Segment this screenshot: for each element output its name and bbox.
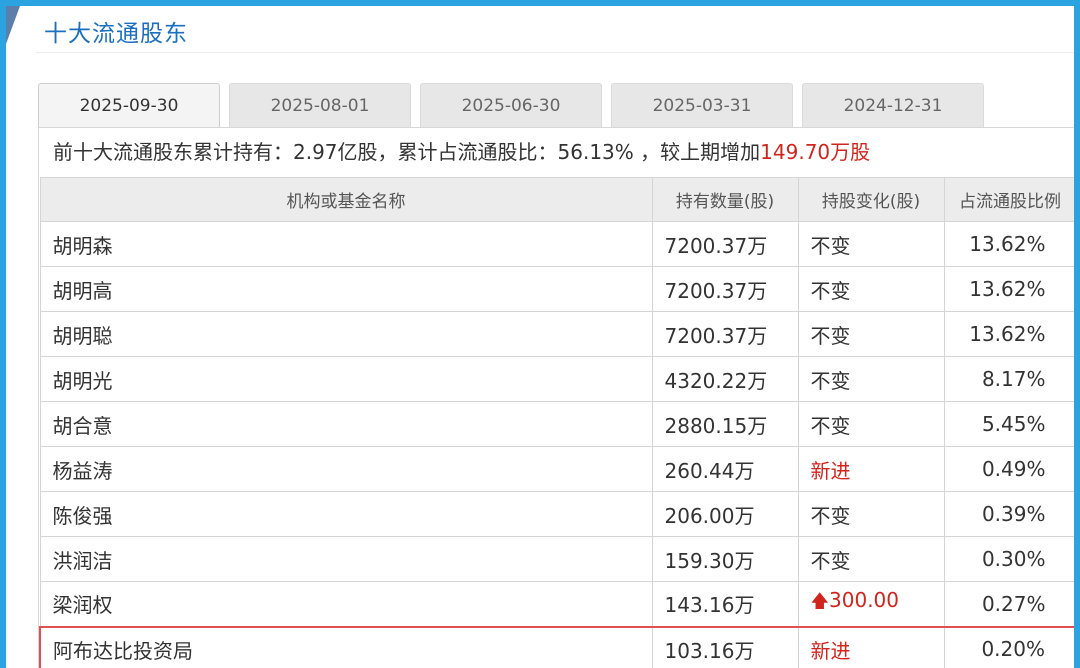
- holder-ratio: 13.62%: [943, 266, 1074, 312]
- tab-2025-09-30[interactable]: 2025-09-30: [38, 83, 220, 127]
- holder-name: 胡明高: [39, 266, 653, 312]
- holder-ratio: 0.20%: [943, 625, 1074, 668]
- holder-change: 不变: [797, 311, 945, 357]
- holder-ratio: 0.49%: [943, 446, 1074, 492]
- table-header-row: 机构或基金名称 持有数量(股) 持股变化(股) 占流通股比例: [39, 177, 1074, 222]
- holder-quantity: 7200.37万: [651, 311, 799, 357]
- header-name: 机构或基金名称: [39, 177, 653, 222]
- holder-ratio: 0.27%: [943, 581, 1074, 627]
- holder-change-cell: 🡅300.00: [797, 581, 945, 627]
- holder-change: 不变: [797, 401, 945, 447]
- holder-change: 不变: [797, 221, 945, 267]
- holder-change: 不变: [797, 356, 945, 402]
- holder-name: 胡明光: [39, 356, 653, 402]
- tab-content: 前十大流通股东累计持有：2.97亿股，累计占流通股比：56.13% ，较上期增加…: [38, 127, 1074, 668]
- holder-change: 新进: [797, 446, 945, 492]
- up-arrow-icon: 🡅: [810, 591, 830, 613]
- header-ratio: 占流通股比例: [943, 177, 1074, 222]
- holder-name: 胡合意: [39, 401, 653, 447]
- holder-ratio: 0.30%: [943, 536, 1074, 582]
- holder-change: 不变: [797, 536, 945, 582]
- title-divider: [36, 52, 1074, 53]
- holder-change: 新进: [797, 625, 945, 668]
- table-row-highlighted: 阿布达比投资局 103.16万 新进 0.20%: [39, 625, 1074, 668]
- holder-name: 胡明森: [39, 221, 653, 267]
- holder-ratio: 0.39%: [943, 491, 1074, 537]
- corner-decoration: [6, 6, 20, 44]
- holder-quantity: 7200.37万: [651, 221, 799, 267]
- holder-quantity: 4320.22万: [651, 356, 799, 402]
- summary-text: 前十大流通股东累计持有：2.97亿股，累计占流通股比：56.13% ，较上期增加: [53, 140, 761, 164]
- table-row: 胡明森 7200.37万 不变 13.62%: [39, 221, 1074, 267]
- holder-ratio: 13.62%: [943, 311, 1074, 357]
- tab-2025-08-01[interactable]: 2025-08-01: [229, 83, 411, 127]
- holder-quantity: 206.00万: [651, 491, 799, 537]
- holder-name: 杨益涛: [39, 446, 653, 492]
- holder-quantity: 7200.37万: [651, 266, 799, 312]
- holder-quantity: 103.16万: [651, 625, 799, 668]
- holder-quantity: 2880.15万: [651, 401, 799, 447]
- table-row: 胡明光 4320.22万 不变 8.17%: [39, 356, 1074, 402]
- holdings-summary: 前十大流通股东累计持有：2.97亿股，累计占流通股比：56.13% ，较上期增加…: [39, 128, 1074, 177]
- table-row: 胡明聪 7200.37万 不变 13.62%: [39, 311, 1074, 357]
- holder-name: 梁润权: [39, 581, 653, 627]
- summary-change: 149.70万股: [760, 140, 871, 164]
- period-tabs: 2025-09-30 2025-08-01 2025-06-30 2025-03…: [38, 83, 993, 127]
- table-row: 杨益涛 260.44万 新进 0.49%: [39, 446, 1074, 492]
- holder-change: 300.00: [829, 588, 899, 613]
- table-row: 胡明高 7200.37万 不变 13.62%: [39, 266, 1074, 312]
- tab-2025-06-30[interactable]: 2025-06-30: [420, 83, 602, 127]
- holder-quantity: 159.30万: [651, 536, 799, 582]
- shareholders-panel: 十大流通股东 2025-09-30 2025-08-01 2025-06-30 …: [6, 6, 1074, 668]
- holder-change: 不变: [797, 266, 945, 312]
- holder-change: 不变: [797, 491, 945, 537]
- holder-quantity: 260.44万: [651, 446, 799, 492]
- header-change: 持股变化(股): [797, 177, 945, 222]
- header-quantity: 持有数量(股): [651, 177, 799, 222]
- section-title: 十大流通股东: [44, 21, 188, 47]
- holder-quantity: 143.16万: [651, 581, 799, 627]
- holder-name: 胡明聪: [39, 311, 653, 357]
- holder-name: 阿布达比投资局: [39, 625, 653, 668]
- holder-name: 洪润洁: [39, 536, 653, 582]
- tab-2024-12-31[interactable]: 2024-12-31: [802, 83, 984, 127]
- table-row: 胡合意 2880.15万 不变 5.45%: [39, 401, 1074, 447]
- holder-ratio: 5.45%: [943, 401, 1074, 447]
- holder-ratio: 13.62%: [943, 221, 1074, 267]
- table-row: 陈俊强 206.00万 不变 0.39%: [39, 491, 1074, 537]
- holder-name: 陈俊强: [39, 491, 653, 537]
- table-row: 洪润洁 159.30万 不变 0.30%: [39, 536, 1074, 582]
- holder-ratio: 8.17%: [943, 356, 1074, 402]
- shareholders-table: 机构或基金名称 持有数量(股) 持股变化(股) 占流通股比例 胡明森 7200.…: [39, 177, 1074, 668]
- table-row: 梁润权 143.16万 🡅300.00 0.27%: [39, 581, 1074, 627]
- tab-2025-03-31[interactable]: 2025-03-31: [611, 83, 793, 127]
